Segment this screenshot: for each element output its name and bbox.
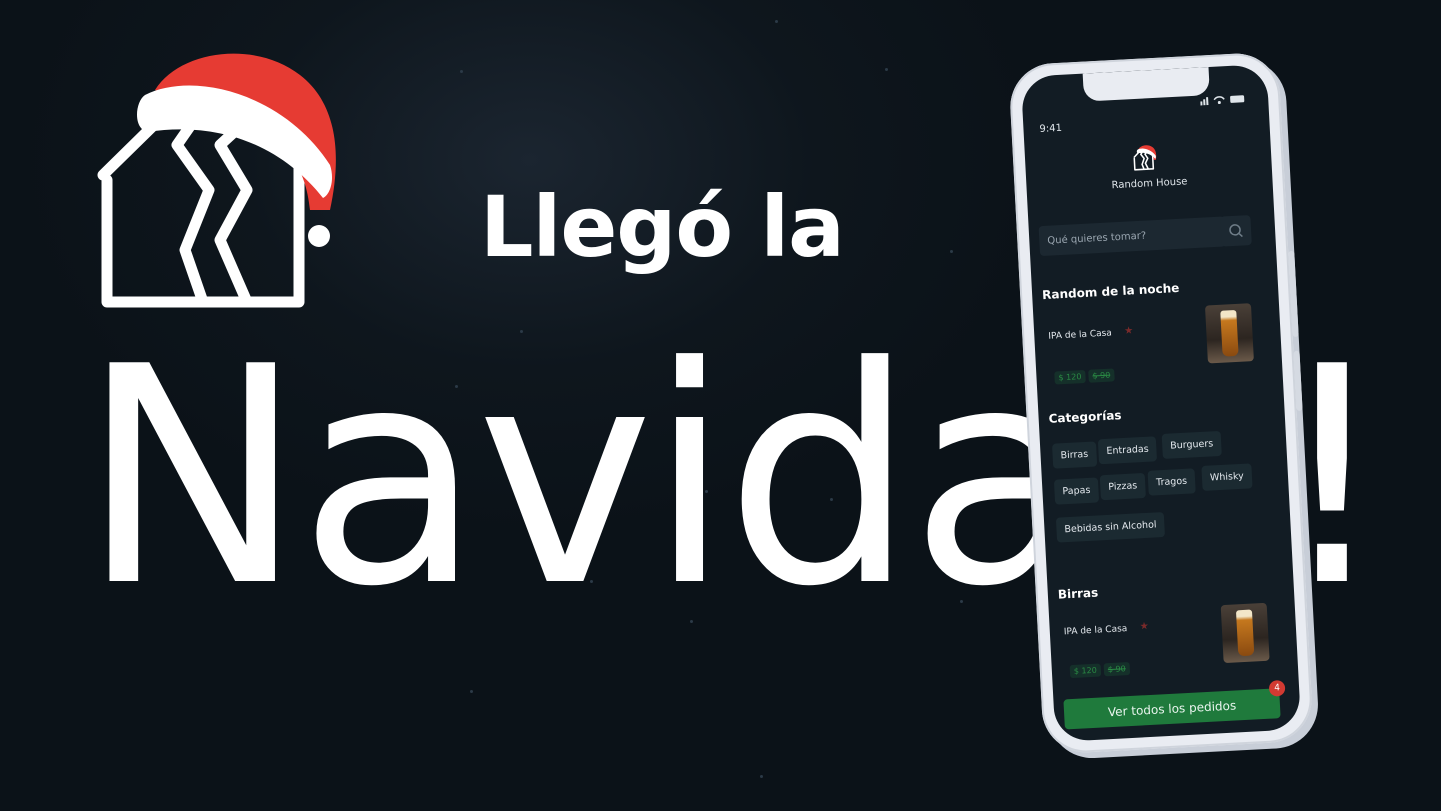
featured-title: Random de la noche [1041,280,1180,303]
featured-item-image [1204,303,1254,364]
category-chip-pizzas[interactable]: Pizzas [1099,472,1146,501]
category-chip-bebidas-sin-alcohol[interactable]: Bebidas sin Alcohol [1055,512,1166,543]
categories-title: Categorías [1048,408,1122,426]
view-all-orders-button[interactable]: Ver todos los pedidos [1063,688,1281,730]
birras-item-image [1220,602,1270,664]
category-chip-papas[interactable]: Papas [1053,477,1100,505]
star-icon: ★ [1123,325,1134,337]
signal-wifi-battery-icon [1200,95,1245,106]
app-logo-icon [1133,145,1157,171]
birras-item-price: $ 120 [1069,663,1102,679]
category-chip-tragos[interactable]: Tragos [1147,468,1196,496]
star-icon: ★ [1139,620,1149,633]
house-logo-icon [97,53,336,308]
app-name: Random House [1111,176,1188,192]
featured-item-price: $ 120 [1054,369,1086,385]
category-chip-burguers[interactable]: Burguers [1161,430,1222,459]
featured-item-name: IPA de la Casa [1048,328,1113,342]
headline-line1: Llegó la [480,178,845,276]
category-chip-entradas[interactable]: Entradas [1097,436,1158,465]
orders-count-badge: 4 [1268,679,1286,697]
status-time: 9:41 [1039,122,1063,135]
birras-title: Birras [1057,585,1099,602]
app-screen: 9:41 Random House Random de la noche IPA… [1020,64,1302,742]
category-chip-whisky[interactable]: Whisky [1201,463,1253,491]
phone-notch [1082,67,1210,102]
search-input[interactable] [1038,216,1226,257]
birras-item-old-price: $ 90 [1103,662,1131,677]
phone-mockup: 9:41 Random House Random de la noche IPA… [1008,51,1314,755]
search-icon [1229,224,1243,238]
search-button[interactable] [1220,215,1252,247]
birras-item-name: IPA de la Casa [1063,624,1128,638]
featured-item-old-price: $ 90 [1088,368,1115,383]
category-chip-birras[interactable]: Birras [1051,441,1097,469]
